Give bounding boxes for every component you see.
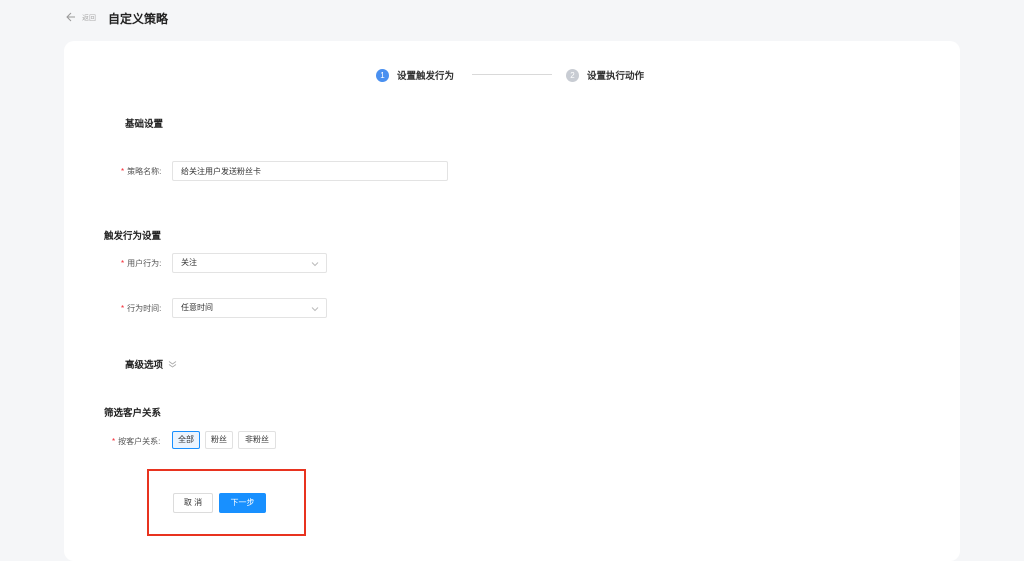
double-chevron-down-icon	[168, 360, 177, 369]
behavior-time-label: * 行为时间:	[121, 304, 162, 313]
user-behavior-select[interactable]: 关注	[172, 253, 327, 273]
relation-option-fans[interactable]: 粉丝	[205, 431, 233, 449]
step-1-number: 1	[376, 68, 389, 82]
step-2: 2 设置执行动作	[566, 68, 644, 82]
advanced-options-label: 高级选项	[125, 360, 164, 371]
strategy-name-input[interactable]	[172, 161, 448, 181]
next-step-button[interactable]: 下一步	[219, 493, 266, 513]
chevron-down-icon	[310, 303, 320, 313]
back-arrow-icon[interactable]	[66, 12, 78, 24]
advanced-options-toggle[interactable]: 高级选项	[125, 357, 177, 371]
step-connector	[472, 74, 552, 75]
behavior-time-value: 任意时间	[181, 303, 213, 312]
step-2-number: 2	[566, 68, 579, 82]
chevron-down-icon	[310, 258, 320, 268]
step-1-label: 设置触发行为	[397, 71, 455, 82]
user-behavior-value: 关注	[181, 258, 197, 267]
behavior-time-select[interactable]: 任意时间	[172, 298, 327, 318]
page-title: 自定义策略	[108, 12, 169, 26]
relation-option-all[interactable]: 全部	[172, 431, 200, 449]
back-link[interactable]: 返回	[82, 13, 96, 23]
filter-section-title: 筛选客户关系	[104, 408, 162, 419]
trigger-section-title: 触发行为设置	[104, 231, 162, 242]
user-behavior-label: * 用户行为:	[121, 259, 162, 268]
step-2-label: 设置执行动作	[587, 71, 645, 82]
relation-option-non-fans[interactable]: 非粉丝	[238, 431, 276, 449]
basic-section-title: 基础设置	[125, 119, 164, 130]
strategy-name-label: * 策略名称:	[121, 167, 162, 176]
customer-relation-label: * 按客户关系:	[112, 437, 161, 446]
step-1: 1 设置触发行为	[376, 68, 454, 82]
cancel-button[interactable]: 取 消	[173, 493, 213, 513]
top-bar: 返回 自定义策略	[0, 0, 1024, 38]
